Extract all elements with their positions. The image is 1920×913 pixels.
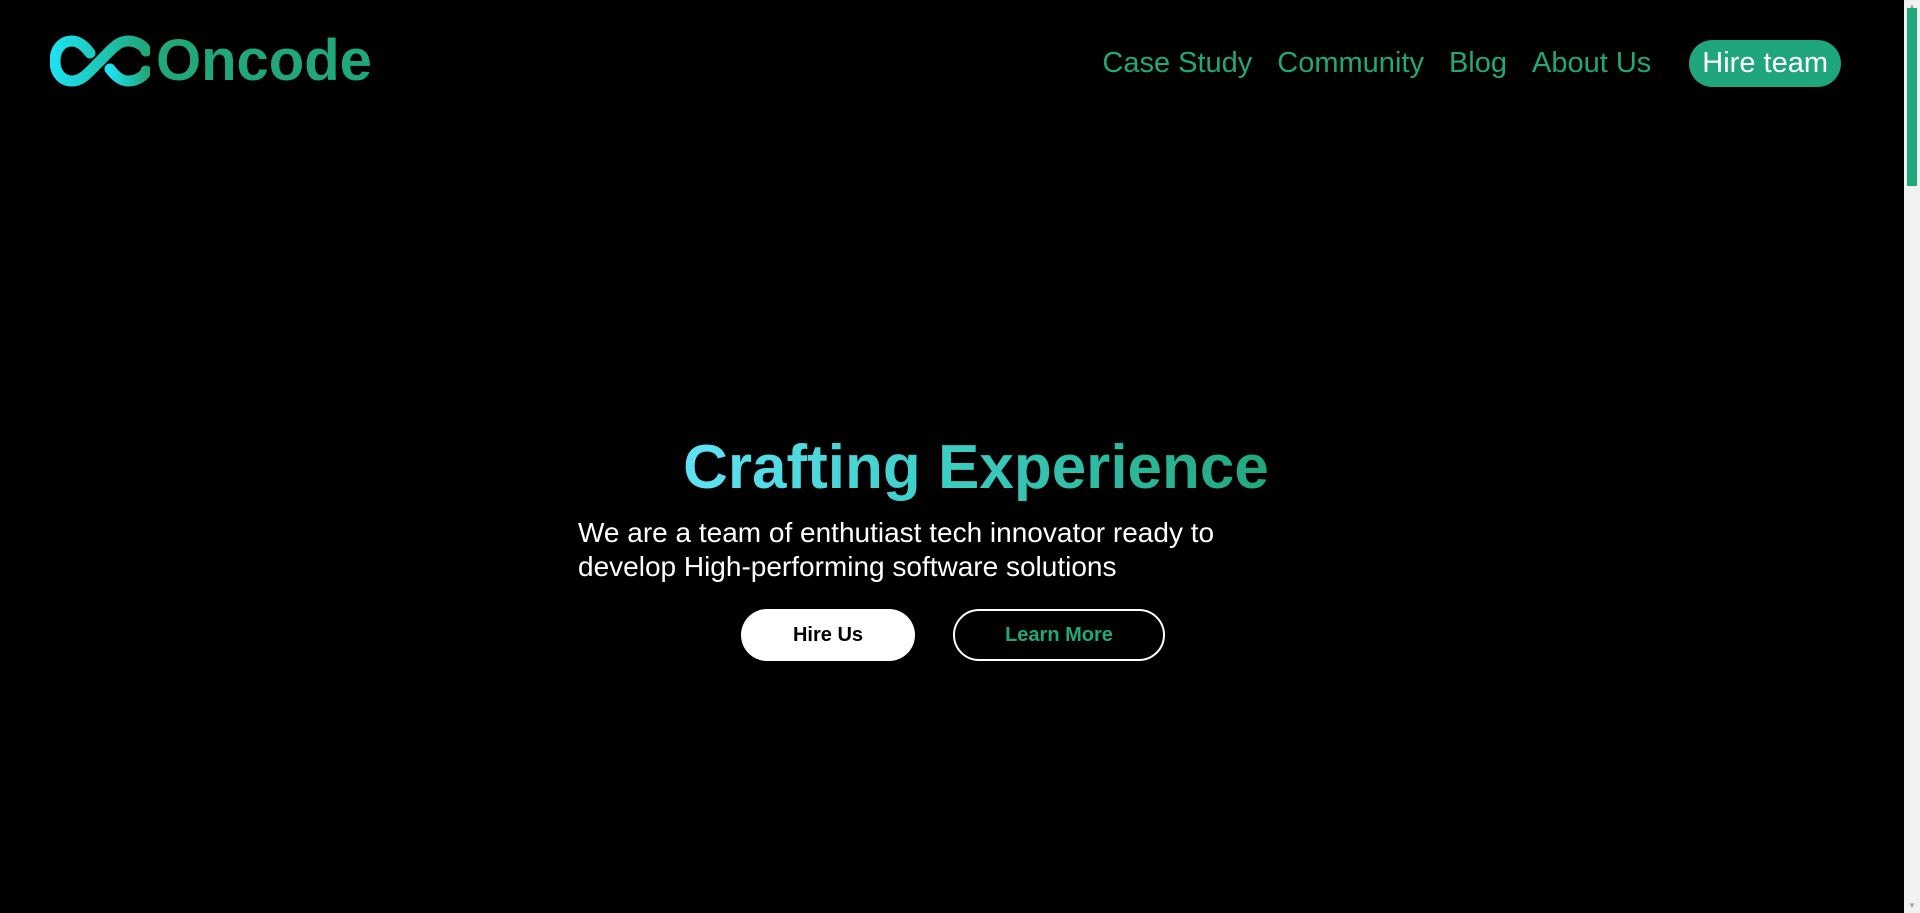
nav-link-blog[interactable]: Blog: [1449, 40, 1507, 87]
landing-page: Oncode Case Study Community Blog About U…: [0, 0, 1920, 913]
scrollbar-thumb[interactable]: [1907, 8, 1917, 186]
hero-title: Crafting Experience: [683, 433, 1269, 502]
nav-link-about-us[interactable]: About Us: [1532, 40, 1651, 87]
hero-subtitle-line-2: develop High-performing software solutio…: [578, 551, 1117, 582]
site-header: Oncode Case Study Community Blog About U…: [0, 0, 1904, 130]
logo-link[interactable]: Oncode: [50, 32, 372, 90]
logo-text: Oncode: [156, 28, 372, 93]
infinity-logo-icon: [50, 35, 150, 87]
hero-title-wrapper: Crafting Experience: [0, 432, 1904, 504]
vertical-scrollbar[interactable]: ▲ ▼: [1904, 0, 1920, 913]
hero-subtitle: We are a team of enthutiast tech innovat…: [578, 516, 1298, 584]
nav-link-case-study[interactable]: Case Study: [1102, 40, 1252, 87]
nav-link-community[interactable]: Community: [1277, 40, 1424, 87]
scroll-down-arrow-icon[interactable]: ▼: [1904, 899, 1920, 913]
hire-us-button[interactable]: Hire Us: [741, 609, 915, 661]
hire-team-button[interactable]: Hire team: [1689, 40, 1841, 87]
main-nav: Case Study Community Blog About Us Hire …: [1077, 40, 1841, 87]
hero-subtitle-line-1: We are a team of enthutiast tech innovat…: [578, 517, 1215, 548]
learn-more-button[interactable]: Learn More: [953, 609, 1165, 661]
